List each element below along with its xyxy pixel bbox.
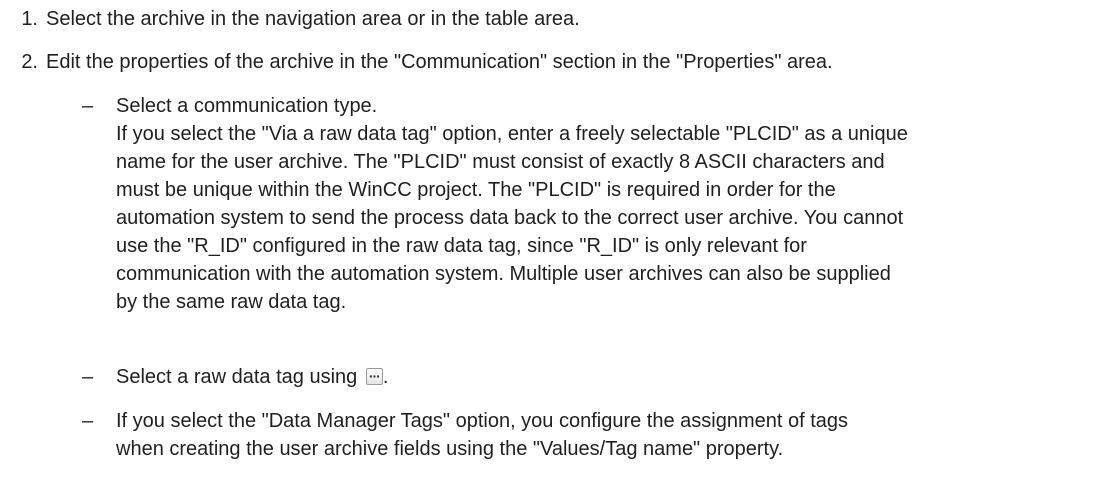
dash-bullet: – (82, 95, 94, 117)
step-2: 2. Edit the properties of the archive in… (0, 48, 833, 76)
subitem-communication-type: – Select a communication type. If you se… (82, 92, 1092, 316)
subitem-period: . (382, 366, 389, 388)
dash-bullet: – (82, 366, 94, 388)
subitem-line: use the "R_ID" configured in the raw dat… (116, 235, 807, 257)
step-text: Select the archive in the navigation are… (46, 8, 580, 30)
step-text: Edit the properties of the archive in th… (46, 51, 833, 73)
subitem-line: when creating the user archive fields us… (116, 438, 784, 460)
step-number: 1. (21, 8, 38, 30)
subitem-line: If you select the "Data Manager Tags" op… (116, 410, 849, 432)
step-1: 1. Select the archive in the navigation … (0, 5, 580, 33)
subitem-line: name for the user archive. The "PLCID" m… (116, 151, 885, 173)
subitem-text: Select a raw data tag using (116, 366, 358, 388)
subitem-line: by the same raw data tag. (116, 291, 347, 313)
subitem-data-manager-tags: – If you select the "Data Manager Tags" … (82, 407, 1092, 463)
subitem-line: communication with the automation system… (116, 263, 891, 285)
subitem-raw-data-tag: – Select a raw data tag using . (82, 362, 1092, 391)
subitem-title: Select a communication type. (116, 95, 378, 117)
instruction-document: 1. Select the archive in the navigation … (0, 0, 1119, 484)
step-number: 2. (21, 51, 38, 73)
subitem-line: automation system to send the process da… (116, 207, 904, 229)
subitem-line: Select a raw data tag using . (116, 362, 1092, 391)
dash-bullet: – (82, 410, 94, 432)
ellipsis-button-icon[interactable] (365, 362, 383, 390)
subitem-line: must be unique within the WinCC project.… (116, 179, 836, 201)
subitem-line: If you select the "Via a raw data tag" o… (116, 123, 908, 145)
